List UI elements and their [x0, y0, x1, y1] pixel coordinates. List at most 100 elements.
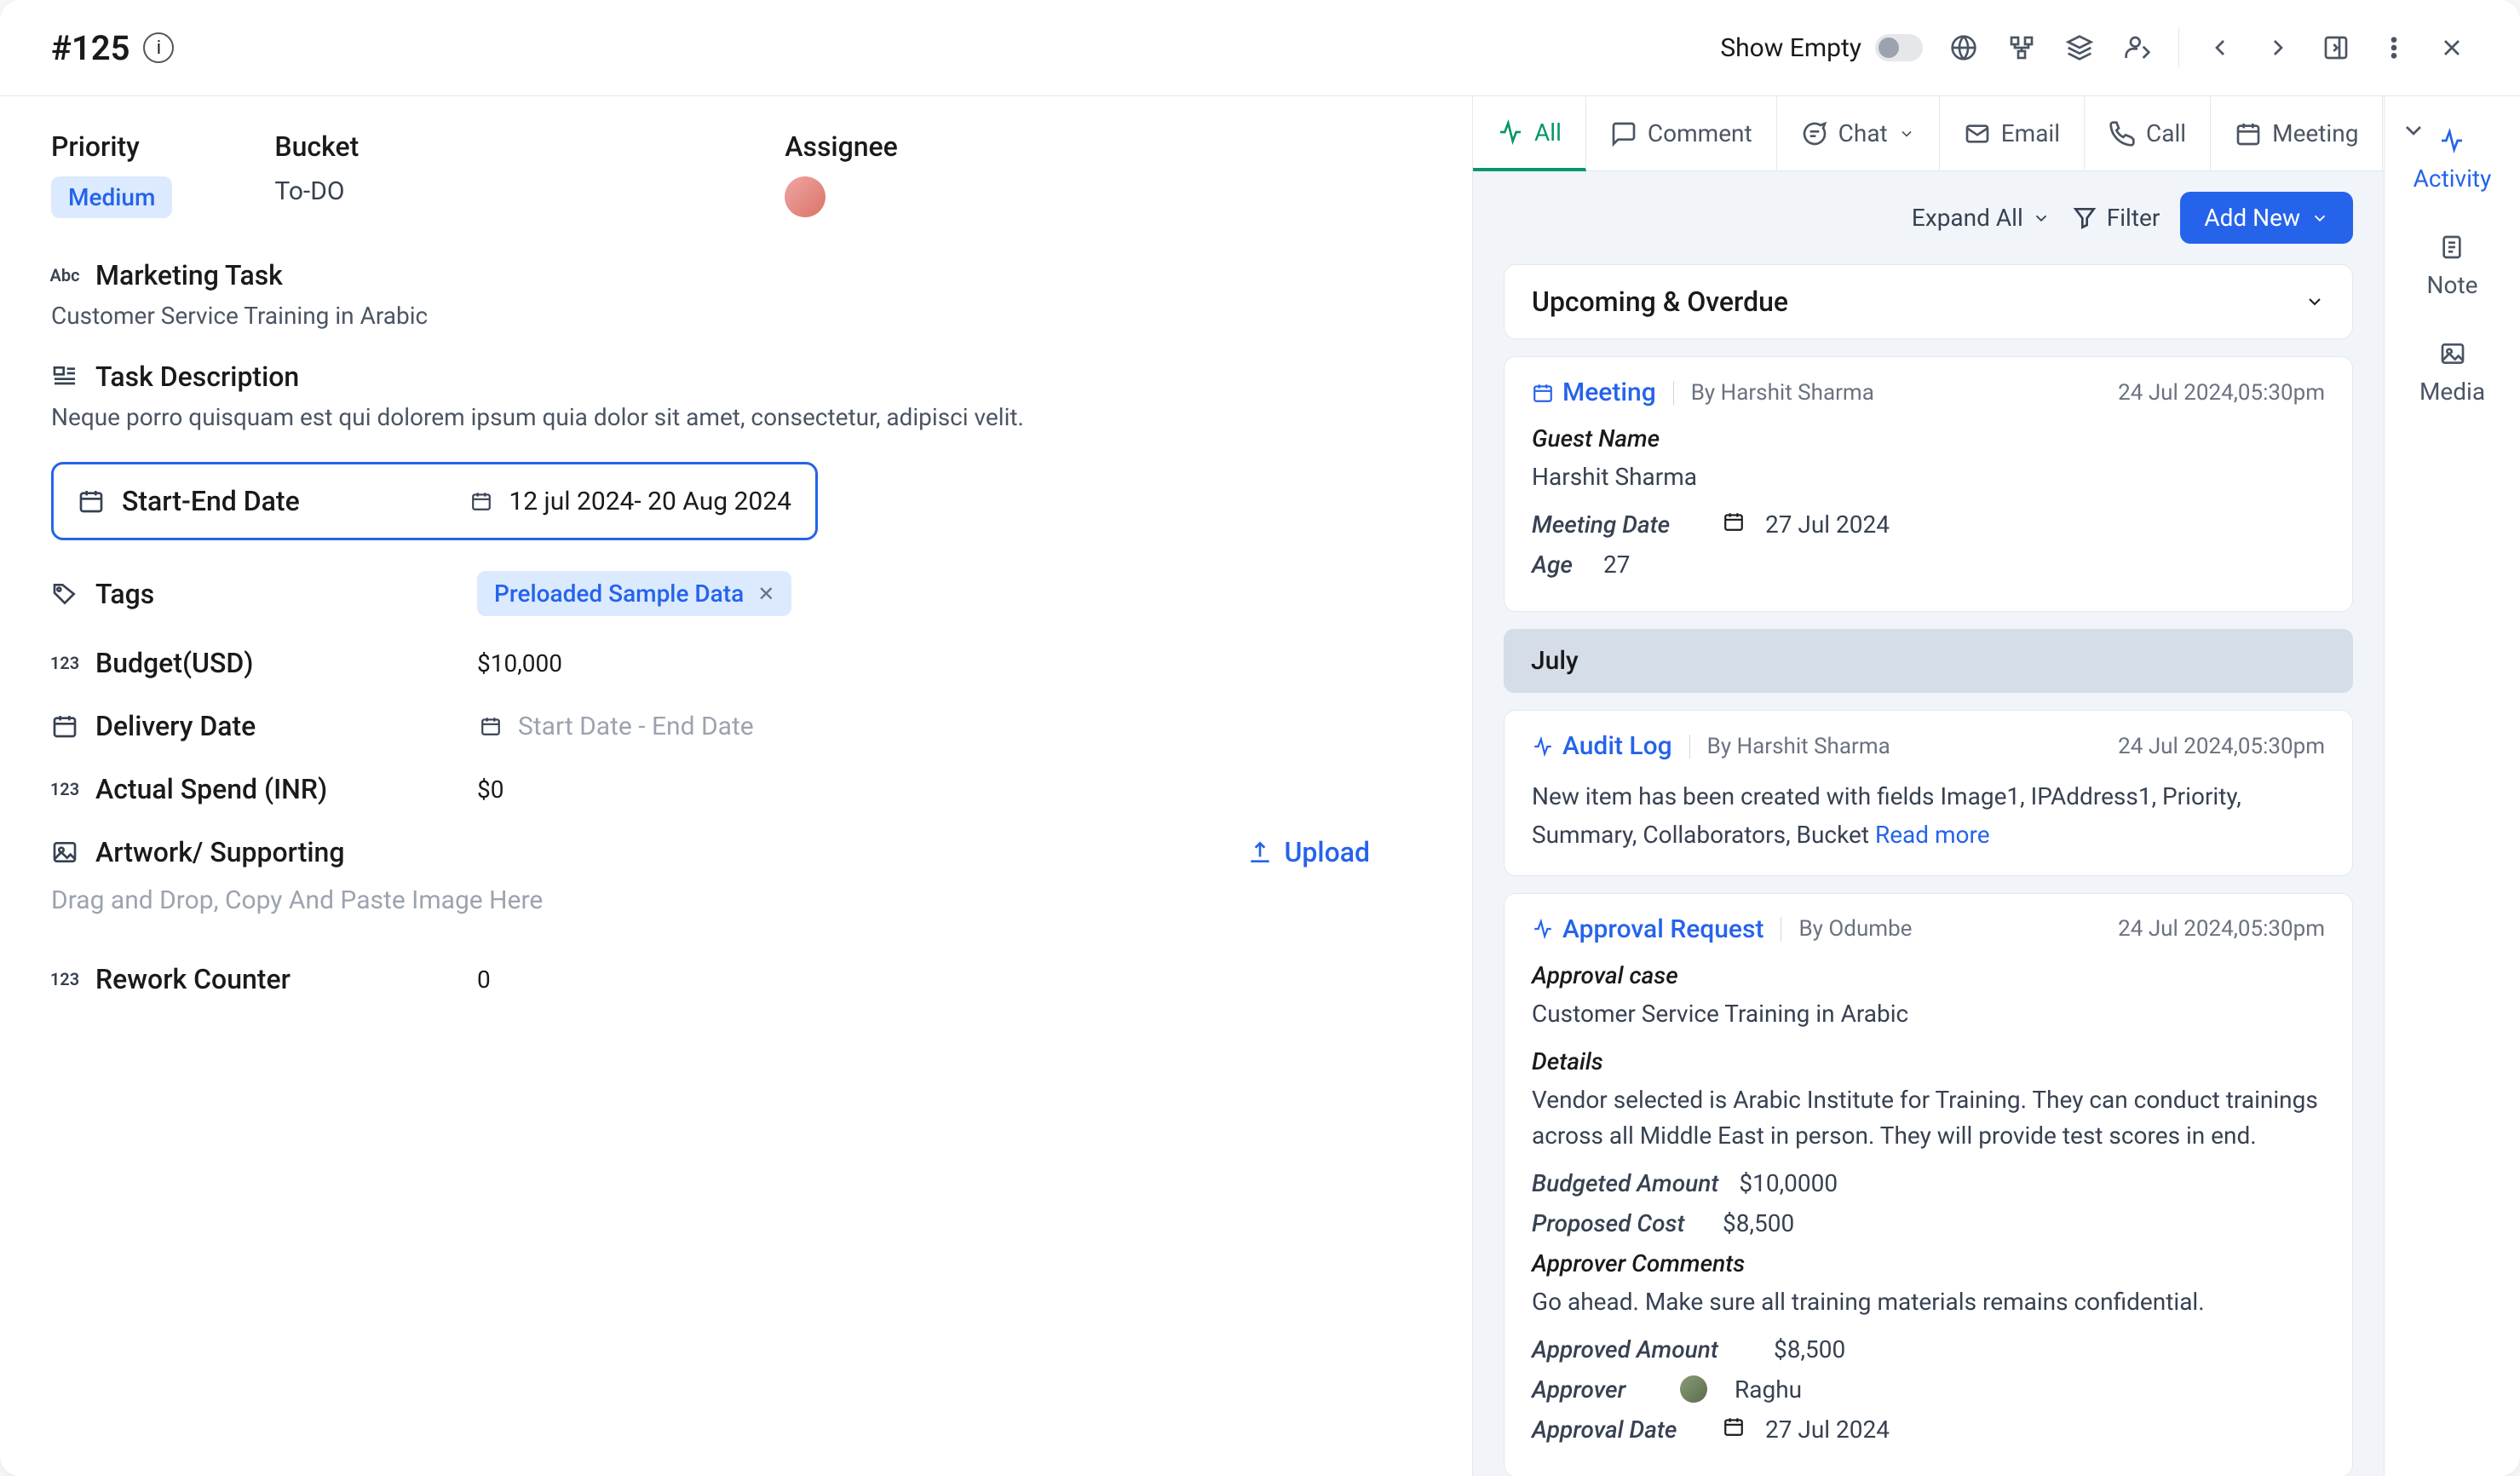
more-icon[interactable]	[2377, 31, 2411, 65]
meeting-date-label: Meeting Date	[1532, 510, 1702, 539]
proposed-label: Proposed Cost	[1532, 1209, 1702, 1237]
read-more-link[interactable]: Read more	[1875, 821, 1990, 849]
drop-hint[interactable]: Drag and Drop, Copy And Paste Image Here	[51, 885, 1421, 915]
tab-all[interactable]: All	[1473, 96, 1586, 171]
tab-chat[interactable]: Chat	[1777, 96, 1940, 170]
approval-date-label: Approval Date	[1532, 1415, 1702, 1444]
age-label: Age	[1532, 551, 1583, 579]
approval-date: 24 Jul 2024,05:30pm	[2118, 916, 2325, 942]
calendar-small-icon	[477, 712, 504, 740]
section-upcoming[interactable]: Upcoming & Overdue	[1504, 264, 2353, 339]
meeting-date: 24 Jul 2024,05:30pm	[2118, 380, 2325, 406]
proposed-value: $8,500	[1723, 1209, 1794, 1237]
assignee-avatar[interactable]	[785, 176, 826, 217]
bucket-label: Bucket	[274, 130, 359, 163]
hierarchy-icon[interactable]	[2005, 31, 2039, 65]
page-title: #125	[51, 28, 129, 68]
approver-value: Raghu	[1735, 1375, 1802, 1404]
approval-type[interactable]: Approval Request	[1532, 914, 1763, 944]
calendar-icon	[78, 487, 105, 515]
age-value: 27	[1603, 551, 1630, 579]
tags-label: Tags	[95, 578, 154, 610]
calendar-icon	[51, 712, 78, 740]
tab-email[interactable]: Email	[1940, 96, 2085, 170]
calendar-small-icon	[1723, 1415, 1745, 1444]
priority-label: Priority	[51, 130, 172, 163]
rework-label: Rework Counter	[95, 963, 291, 995]
bucket-value[interactable]: To-DO	[274, 176, 359, 206]
approval-card: Approval Request By Odumbe 24 Jul 2024,0…	[1504, 893, 2353, 1476]
start-end-date-field[interactable]: Start-End Date 12 jul 2024- 20 Aug 2024	[51, 462, 818, 540]
show-empty-label: Show Empty	[1720, 33, 1861, 63]
approval-case-label: Approval case	[1532, 961, 2325, 989]
tab-call[interactable]: Call	[2085, 96, 2211, 170]
details-value: Vendor selected is Arabic Institute for …	[1532, 1082, 2325, 1154]
approval-case-value: Customer Service Training in Arabic	[1532, 996, 2325, 1032]
assignee-label: Assignee	[785, 130, 898, 163]
filter-button[interactable]: Filter	[2071, 204, 2160, 232]
tab-comment[interactable]: Comment	[1586, 96, 1777, 170]
user-assign-icon[interactable]	[2120, 31, 2155, 65]
number-icon: 123	[51, 649, 78, 677]
audit-date: 24 Jul 2024,05:30pm	[2118, 734, 2325, 759]
budgeted-value: $10,0000	[1739, 1169, 1838, 1197]
add-new-button[interactable]: Add New	[2180, 192, 2353, 244]
info-icon[interactable]: i	[143, 32, 174, 63]
approver-avatar	[1680, 1375, 1707, 1403]
description-icon	[51, 363, 78, 390]
upload-label: Upload	[1284, 836, 1370, 868]
task-title-label: Marketing Task	[95, 259, 283, 291]
rework-value[interactable]: 0	[477, 966, 491, 994]
budget-value[interactable]: $10,000	[477, 649, 562, 677]
show-empty-toggle[interactable]	[1875, 34, 1923, 61]
next-icon[interactable]	[2261, 31, 2295, 65]
tag-icon	[51, 580, 78, 608]
layers-icon[interactable]	[2063, 31, 2097, 65]
task-desc-value[interactable]: Neque porro quisquam est qui dolorem ips…	[51, 403, 1421, 431]
budget-label: Budget(USD)	[95, 647, 253, 679]
close-icon[interactable]	[2435, 31, 2469, 65]
audit-card: Audit Log By Harshit Sharma 24 Jul 2024,…	[1504, 710, 2353, 876]
prev-icon[interactable]	[2203, 31, 2237, 65]
rail-activity[interactable]: Activity	[2414, 127, 2492, 193]
delivery-label: Delivery Date	[95, 710, 256, 742]
audit-by: By Harshit Sharma	[1707, 734, 1890, 759]
details-label: Details	[1532, 1047, 2325, 1075]
approver-label: Approver	[1532, 1375, 1660, 1404]
guest-name-value: Harshit Sharma	[1532, 459, 2325, 495]
approval-by: By Odumbe	[1798, 916, 1912, 942]
number-icon: 123	[51, 775, 78, 803]
task-desc-label: Task Description	[95, 360, 299, 393]
panel-collapse-icon[interactable]	[2319, 31, 2353, 65]
actual-spend-label: Actual Spend (INR)	[95, 773, 327, 805]
tag-chip[interactable]: Preloaded Sample Data ✕	[477, 571, 791, 616]
meeting-card: Meeting By Harshit Sharma 24 Jul 2024,05…	[1504, 356, 2353, 612]
meeting-date-value: 27 Jul 2024	[1765, 510, 1890, 539]
budgeted-label: Budgeted Amount	[1532, 1169, 1718, 1197]
calendar-small-icon	[1723, 510, 1745, 539]
task-title-value[interactable]: Customer Service Training in Arabic	[51, 302, 1421, 330]
start-end-value: 12 jul 2024- 20 Aug 2024	[509, 487, 791, 516]
start-end-label: Start-End Date	[122, 485, 300, 517]
tab-meeting[interactable]: Meeting	[2211, 96, 2383, 170]
meeting-type[interactable]: Meeting	[1532, 378, 1656, 407]
globe-icon[interactable]	[1947, 31, 1981, 65]
priority-badge[interactable]: Medium	[51, 176, 172, 218]
rail-note[interactable]: Note	[2427, 234, 2478, 299]
delivery-placeholder[interactable]: Start Date - End Date	[518, 712, 754, 741]
comments-label: Approver Comments	[1532, 1249, 2325, 1277]
approved-label: Approved Amount	[1532, 1335, 1753, 1364]
expand-all-button[interactable]: Expand All	[1912, 204, 2051, 232]
approved-value: $8,500	[1774, 1335, 1845, 1364]
tag-chip-text: Preloaded Sample Data	[494, 579, 744, 608]
actual-spend-value[interactable]: $0	[477, 775, 503, 804]
guest-name-label: Guest Name	[1532, 424, 2325, 453]
image-icon	[51, 839, 78, 866]
rail-media[interactable]: Media	[2419, 340, 2485, 406]
tag-remove-icon[interactable]: ✕	[757, 582, 774, 606]
audit-type[interactable]: Audit Log	[1532, 731, 1672, 761]
text-icon: Abc	[51, 262, 78, 289]
number-icon: 123	[51, 966, 78, 993]
upload-button[interactable]: Upload	[1246, 836, 1370, 868]
calendar-small-icon	[468, 487, 495, 515]
